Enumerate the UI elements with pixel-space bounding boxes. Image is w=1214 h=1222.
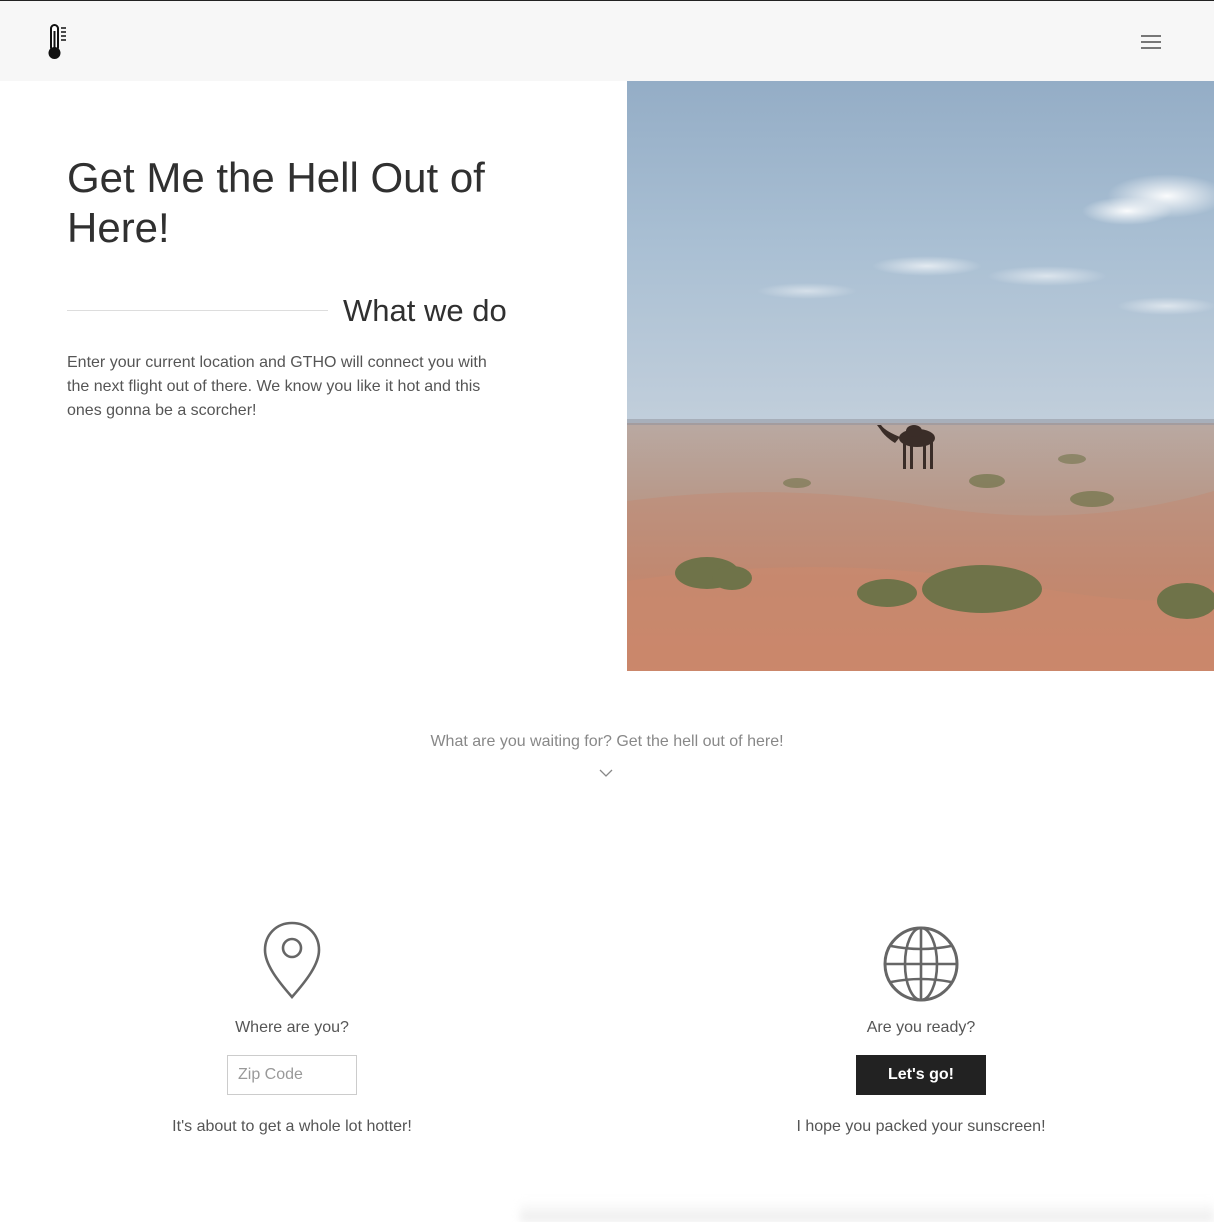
page-title: Get Me the Hell Out of Here! [67, 154, 485, 251]
ready-footer: I hope you packed your sunscreen! [796, 1118, 1046, 1135]
logo-link[interactable] [44, 23, 70, 61]
ready-feature: Are you ready? Let's go! I hope you pack… [721, 910, 1121, 1135]
bottom-shadow [520, 1200, 1214, 1222]
location-heading: Where are you? [235, 1019, 349, 1036]
globe-icon [883, 926, 959, 1002]
desert-camel-photo [627, 81, 1214, 671]
hero-description: Enter your current location and GTHO wil… [67, 354, 487, 419]
map-pin-icon [263, 921, 321, 999]
zip-code-input[interactable] [227, 1055, 357, 1095]
section-heading: What we do [343, 293, 507, 328]
hamburger-menu-icon[interactable] [1132, 27, 1170, 57]
navbar [0, 1, 1214, 81]
cta-text: What are you waiting for? Get the hell o… [430, 733, 784, 750]
location-footer: It's about to get a whole lot hotter! [172, 1118, 412, 1135]
location-feature: Where are you? It's about to get a whole… [92, 910, 492, 1135]
ready-heading: Are you ready? [866, 1019, 976, 1036]
lets-go-button[interactable]: Let's go! [856, 1055, 986, 1095]
chevron-down-icon[interactable] [598, 765, 614, 777]
thermometer-icon [48, 24, 66, 59]
divider [67, 310, 328, 311]
